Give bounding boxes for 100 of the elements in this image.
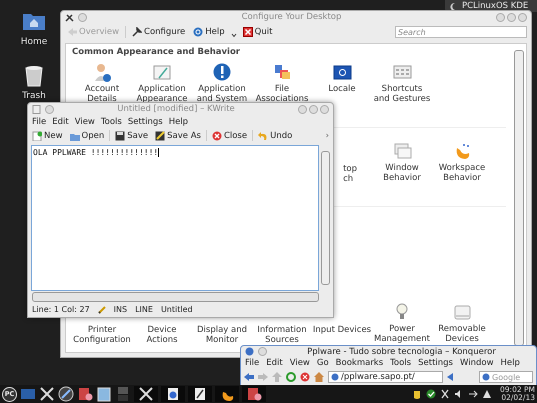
settings-item-label[interactable]: Display and Monitor xyxy=(196,325,248,345)
browser-icon[interactable] xyxy=(165,386,181,402)
help-icon xyxy=(193,27,204,37)
settings-icon[interactable] xyxy=(58,386,74,402)
shield-icon[interactable] xyxy=(412,389,422,399)
toolbar-button[interactable]: Save As xyxy=(153,130,203,140)
horizontal-scrollbar[interactable] xyxy=(32,292,319,302)
section-heading: Common Appearance and Behavior xyxy=(72,47,241,59)
undo-arrow-icon xyxy=(258,130,268,140)
window-title: Untitled [modified] – KWrite xyxy=(116,104,236,114)
text-editor-icon[interactable] xyxy=(192,386,208,402)
toolbar-button[interactable]: Undo xyxy=(256,130,294,140)
flag-icon xyxy=(332,63,352,82)
back-arrow-icon xyxy=(67,27,77,37)
toolbar-button[interactable]: Close xyxy=(210,130,250,140)
settings-item-label[interactable]: Removable Devices xyxy=(438,324,486,344)
home-icon xyxy=(314,372,324,382)
menu-item[interactable]: Help xyxy=(168,116,188,126)
window-title: Configure Your Desktop xyxy=(240,12,342,22)
package-icon[interactable] xyxy=(246,386,262,402)
menu-icon xyxy=(45,104,54,114)
settings-item-label[interactable]: File Associations xyxy=(256,84,308,104)
status-text: INS xyxy=(114,305,128,314)
globe-icon xyxy=(245,347,254,356)
maximize-icon xyxy=(507,12,516,22)
pencil-icon xyxy=(98,305,106,314)
menu-item[interactable]: View xyxy=(74,116,95,126)
settings-item-label[interactable]: Workspace Behavior xyxy=(438,163,486,183)
address-field[interactable]: /pplware.sapo.pt/ xyxy=(328,371,443,383)
status-text: LINE xyxy=(135,305,153,314)
settings-item-label[interactable]: Device Actions xyxy=(146,325,178,345)
toolbar-button[interactable]: Quit xyxy=(240,27,274,37)
exclamation-icon xyxy=(212,63,232,82)
close-icon xyxy=(212,130,222,140)
up-arrow-icon xyxy=(272,372,282,382)
menu-item[interactable]: Window xyxy=(460,358,494,368)
settings-item-label[interactable]: Information Sources xyxy=(257,325,307,345)
menu-item[interactable]: Bookmarks xyxy=(336,358,384,368)
document-icon xyxy=(32,104,41,114)
toolbar-button[interactable]: Open xyxy=(68,130,106,140)
menu-item[interactable]: File xyxy=(32,116,46,126)
new-document-icon xyxy=(32,130,42,140)
settings-item-label[interactable]: Input Devices xyxy=(312,325,372,335)
toolbar-button[interactable]: Configure xyxy=(130,27,188,37)
menu-item[interactable]: Edit xyxy=(266,358,283,368)
menu-item[interactable]: Settings xyxy=(128,116,163,126)
toolbar-button[interactable]: Help xyxy=(191,27,227,37)
minimize-icon xyxy=(298,104,307,114)
quit-icon xyxy=(242,27,253,37)
settings-item-label[interactable]: Printer Configuration xyxy=(73,325,131,345)
window-title: Pplware - Tudo sobre tecnologia – Konqueror xyxy=(306,346,497,356)
scissors-icon[interactable] xyxy=(440,389,450,399)
stop-icon xyxy=(300,372,310,382)
windows-icon xyxy=(392,142,412,161)
status-text: Line: 1 Col: 27 xyxy=(32,305,90,314)
panel-label: PCLinuxOS KDE xyxy=(462,1,528,11)
forward-arrow-icon xyxy=(258,372,268,382)
expand-arrow-icon[interactable] xyxy=(482,389,492,399)
settings-item-label[interactable]: Application Appearance xyxy=(136,84,188,104)
pen-icon xyxy=(152,63,172,82)
document-text: OLA PPLWARE !!!!!!!!!!!!!! xyxy=(33,148,158,157)
check-icon[interactable] xyxy=(426,389,436,399)
search-field[interactable]: Google xyxy=(479,371,533,383)
close-icon xyxy=(518,12,527,22)
search-field[interactable]: Search xyxy=(395,26,527,38)
settings-item-label[interactable]: Window Behavior xyxy=(383,163,421,183)
menu-item[interactable]: Help xyxy=(500,358,520,368)
files-icon xyxy=(272,63,292,82)
menu-icon xyxy=(78,12,87,22)
file-manager-icon[interactable] xyxy=(96,386,112,402)
toolbar-button[interactable]: New xyxy=(30,130,65,140)
menu-item[interactable]: Edit xyxy=(52,116,69,126)
user-icon xyxy=(92,63,112,82)
vertical-scrollbar[interactable] xyxy=(514,50,524,346)
settings-item-label[interactable]: Locale xyxy=(328,84,356,94)
reload-icon xyxy=(286,372,296,382)
menu-item[interactable]: File xyxy=(245,358,260,368)
drive-icon xyxy=(452,303,472,322)
close-icon xyxy=(320,104,329,114)
settings-item-label[interactable]: top ch xyxy=(343,164,372,184)
menu-item[interactable]: Tools xyxy=(390,358,412,368)
settings-item-label[interactable]: Shortcuts and Gestures xyxy=(374,84,430,104)
menu-item[interactable]: View xyxy=(290,358,310,368)
settings-item-label[interactable]: Application and System xyxy=(196,84,248,104)
desktop-icon-label[interactable]: Home xyxy=(20,37,48,47)
menu-item[interactable]: Settings xyxy=(418,358,453,368)
settings-item-label[interactable]: Account Details xyxy=(84,84,120,104)
menu-item[interactable]: Tools xyxy=(100,116,122,126)
settings-item-label[interactable]: Power Management xyxy=(374,324,430,344)
back-arrow-icon xyxy=(244,372,254,382)
minimize-icon xyxy=(496,12,505,22)
globe-icon xyxy=(331,373,339,381)
go-arrow-icon xyxy=(447,373,454,381)
toolbar-button[interactable]: Save xyxy=(113,130,150,140)
status-text: Untitled xyxy=(160,305,193,314)
dropdown-caret-icon xyxy=(230,32,237,38)
package-icon[interactable] xyxy=(77,386,93,402)
more-button[interactable]: › xyxy=(324,130,331,140)
menu-item[interactable]: Go xyxy=(316,358,329,368)
desktop-icon-label[interactable]: Trash xyxy=(22,91,46,101)
